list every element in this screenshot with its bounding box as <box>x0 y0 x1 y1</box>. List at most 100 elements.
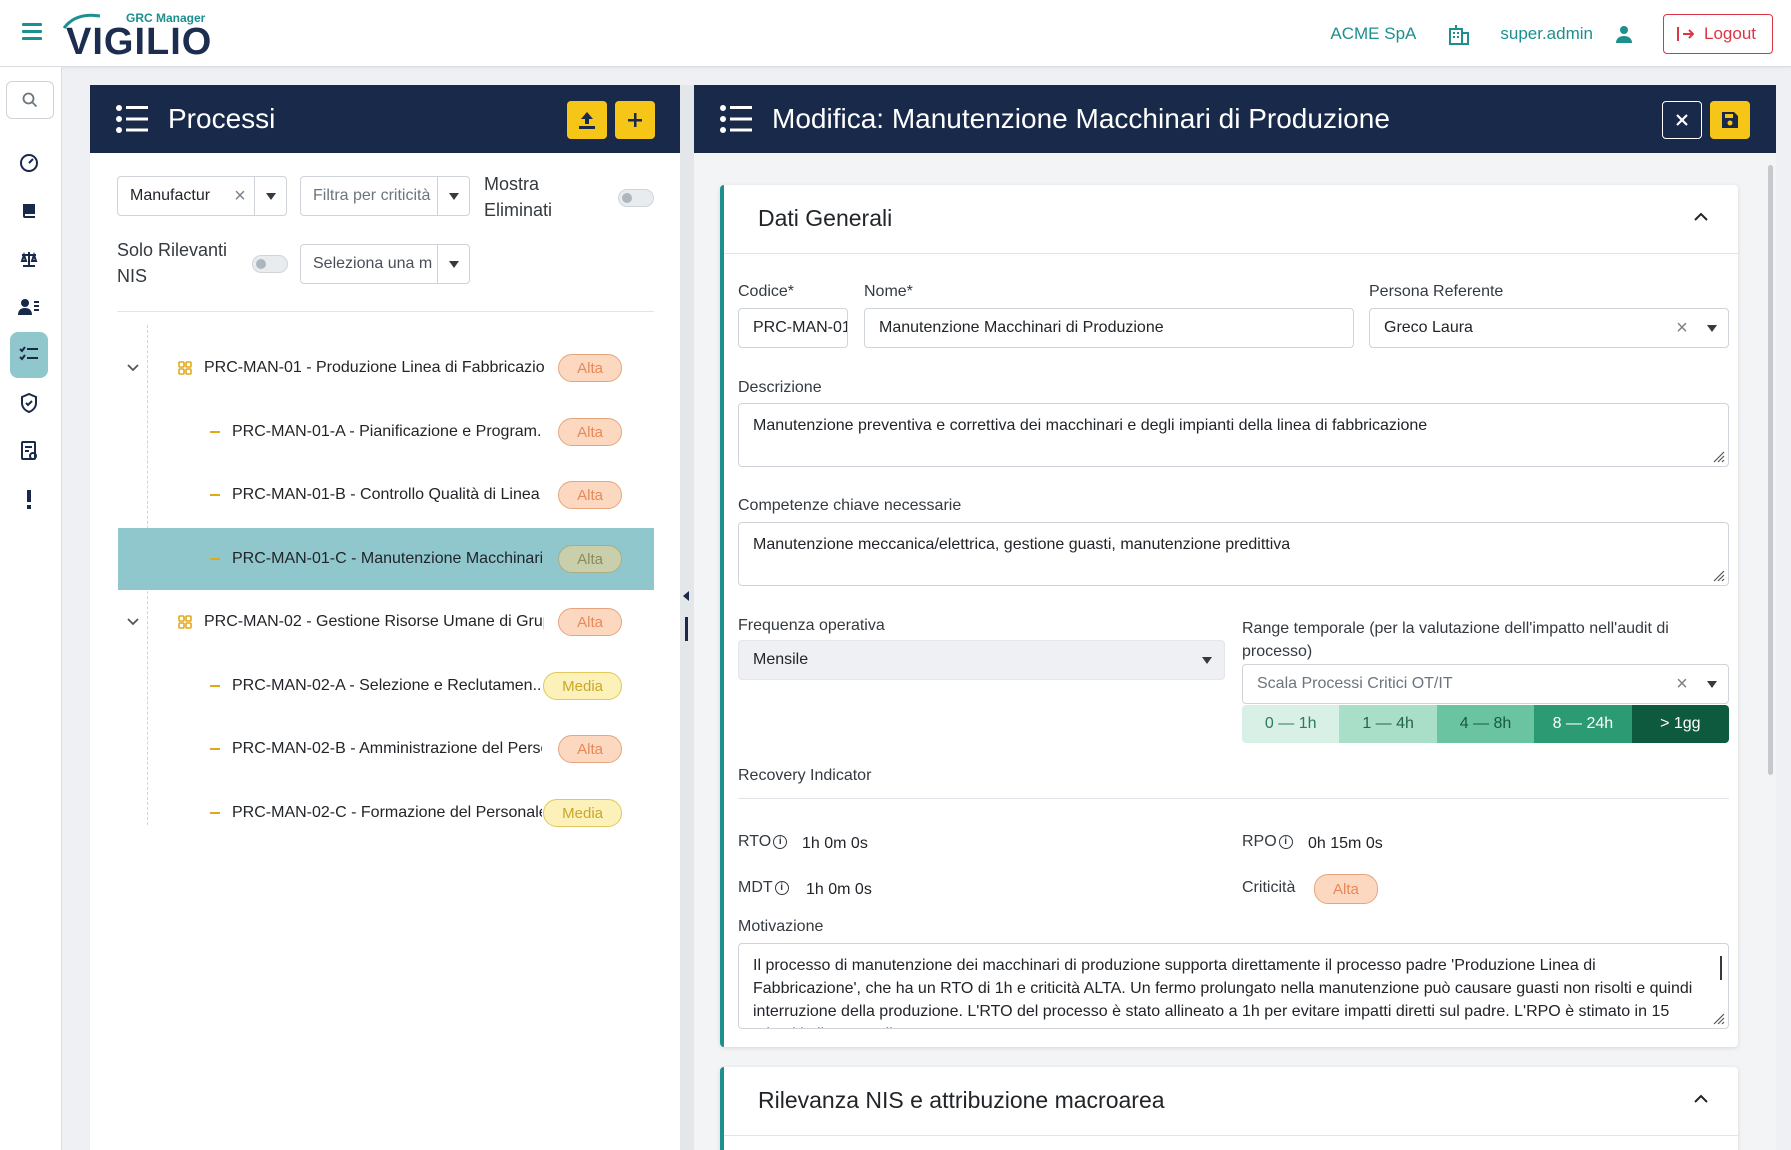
criticality-badge: Alta <box>558 545 622 573</box>
building-icon[interactable] <box>1446 21 1472 47</box>
chevron-up-icon[interactable] <box>1694 1094 1708 1104</box>
tasks-icon <box>19 346 38 361</box>
company-link[interactable]: ACME SpA <box>1330 24 1416 44</box>
app-logo[interactable]: GRC Manager VIGILIO <box>62 8 226 62</box>
sidebar-item-security[interactable] <box>10 380 48 426</box>
macroarea-select-placeholder: Seleziona una m <box>313 255 433 272</box>
owner-value: Greco Laura <box>1384 319 1473 336</box>
chevron-down-icon[interactable] <box>126 615 140 629</box>
criticality-filter[interactable]: Filtra per criticità <box>300 176 470 216</box>
info-icon[interactable]: i <box>773 835 788 849</box>
sidebar-item-library[interactable] <box>10 188 48 234</box>
vertical-scrollbar[interactable] <box>1768 165 1773 775</box>
criticality-badge: Media <box>543 672 622 700</box>
description-text: Manutenzione preventiva e correttiva dei… <box>753 417 1428 434</box>
card-divider <box>724 1135 1738 1136</box>
tree-row-label: PRC-MAN-01-B - Controllo Qualità di Line… <box>232 486 540 503</box>
clear-icon[interactable]: × <box>1668 673 1696 696</box>
leaf-dash-icon <box>210 494 220 496</box>
criticality-badge: Alta <box>558 418 622 446</box>
macroarea-select[interactable]: Seleziona una m <box>300 244 470 284</box>
menu-toggle-icon[interactable] <box>22 23 42 41</box>
dropdown-arrow-icon[interactable] <box>437 245 469 283</box>
logo-bird-icon <box>62 13 101 29</box>
save-button[interactable] <box>1710 101 1750 139</box>
skills-label: Competenze chiave necessarie <box>738 497 962 514</box>
range-label: Range temporale (per la valutazione dell… <box>1242 620 1669 660</box>
frequency-select[interactable]: Mensile <box>738 640 1225 680</box>
sidebar-item-users[interactable] <box>10 284 48 330</box>
user-link[interactable]: super.admin <box>1500 24 1593 44</box>
clear-icon[interactable]: × <box>1668 317 1696 340</box>
panel-splitter[interactable] <box>680 85 694 1150</box>
range-select[interactable]: Scala Processi Critici OT/IT × <box>1242 664 1729 704</box>
info-icon[interactable]: i <box>774 881 789 895</box>
mdt-value: 1h 0m 0s <box>806 881 872 898</box>
show-deleted-toggle[interactable] <box>618 189 654 207</box>
resize-handle-icon[interactable] <box>1711 1011 1725 1025</box>
search-icon <box>22 92 38 108</box>
owner-label: Persona Referente <box>1369 283 1504 300</box>
criticality-badge: Alta <box>558 735 622 763</box>
dropdown-arrow-icon[interactable] <box>254 177 286 215</box>
import-button[interactable] <box>567 101 607 139</box>
add-process-button[interactable] <box>615 101 655 139</box>
collapse-left-icon[interactable] <box>683 591 690 601</box>
tree-row-prc-man-01-c[interactable]: PRC-MAN-01-C - Manutenzione Macchinari .… <box>118 528 654 590</box>
sidebar-item-compliance[interactable] <box>10 236 48 282</box>
report-icon <box>21 441 37 460</box>
edit-process-panel: Modifica: Manutenzione Macchinari di Pro… <box>694 85 1776 1150</box>
sidebar-item-reports[interactable] <box>10 428 48 474</box>
leaf-dash-icon <box>210 431 220 433</box>
resize-handle-icon[interactable] <box>1711 568 1725 582</box>
group-node-icon <box>178 615 192 629</box>
tree-row-prc-man-01-b[interactable]: PRC-MAN-01-B - Controllo Qualità di Line… <box>118 464 654 526</box>
dropdown-arrow-icon[interactable] <box>1696 309 1728 347</box>
criticality-label: Criticità <box>1242 879 1296 896</box>
motivation-textarea[interactable]: Il processo di manutenzione dei macchina… <box>738 943 1729 1029</box>
close-icon <box>1676 114 1688 126</box>
info-icon[interactable]: i <box>1278 835 1293 849</box>
nis-only-toggle[interactable] <box>252 255 288 273</box>
code-input[interactable]: PRC-MAN-01-C <box>738 308 848 348</box>
tree-row-label: PRC-MAN-02-C - Formazione del Personale <box>232 804 542 821</box>
skills-text: Manutenzione meccanica/elettrica, gestio… <box>753 536 1291 553</box>
card-divider <box>724 253 1738 254</box>
section-title: Rilevanza NIS e attribuzione macroarea <box>758 1087 1165 1113</box>
sidebar-item-dashboard[interactable] <box>10 140 48 186</box>
splitter-handle[interactable] <box>685 617 688 641</box>
frequency-value: Mensile <box>753 651 809 668</box>
logout-button[interactable]: Logout <box>1663 14 1773 54</box>
tree-row-prc-man-02-b[interactable]: PRC-MAN-02-B - Amministrazione del Perso… <box>118 718 654 780</box>
clear-icon[interactable]: × <box>226 185 254 208</box>
sidebar-item-alerts[interactable] <box>10 476 48 522</box>
resize-handle-icon[interactable] <box>1711 449 1725 463</box>
recovery-divider <box>738 798 1729 799</box>
user-icon[interactable] <box>1611 21 1637 47</box>
list-icon <box>720 105 752 133</box>
macroarea-filter[interactable]: Manufactur × <box>117 176 287 216</box>
dropdown-arrow-icon[interactable] <box>437 177 469 215</box>
search-button[interactable] <box>6 81 54 119</box>
name-input[interactable]: Manutenzione Macchinari di Produzione <box>864 308 1354 348</box>
logout-icon <box>1677 27 1694 41</box>
frequency-label: Frequenza operativa <box>738 617 885 634</box>
tree-row-prc-man-02[interactable]: PRC-MAN-02 - Gestione Risorse Umane di G… <box>118 591 654 653</box>
skills-textarea[interactable]: Manutenzione meccanica/elettrica, gestio… <box>738 522 1729 586</box>
chevron-down-icon[interactable] <box>126 361 140 375</box>
tree-row-prc-man-01[interactable]: PRC-MAN-01 - Produzione Linea di Fabbric… <box>118 337 654 399</box>
close-button[interactable] <box>1662 101 1702 139</box>
tree-row-prc-man-02-a[interactable]: PRC-MAN-02-A - Selezione e Reclutamen...… <box>118 655 654 717</box>
dashboard-icon <box>20 154 38 172</box>
leaf-dash-icon <box>210 558 220 560</box>
owner-select[interactable]: Greco Laura × <box>1369 308 1729 348</box>
textarea-scrollbar[interactable] <box>1720 956 1722 980</box>
description-textarea[interactable]: Manutenzione preventiva e correttiva dei… <box>738 403 1729 467</box>
tree-row-prc-man-02-c[interactable]: PRC-MAN-02-C - Formazione del Personale … <box>118 782 654 844</box>
chevron-up-icon[interactable] <box>1694 212 1708 222</box>
range-value: Scala Processi Critici OT/IT <box>1257 675 1453 692</box>
tree-row-prc-man-01-a[interactable]: PRC-MAN-01-A - Pianificazione e Program.… <box>118 401 654 463</box>
sidebar-item-processes[interactable] <box>10 332 48 378</box>
dropdown-arrow-icon[interactable] <box>1696 665 1728 703</box>
show-deleted-label: Mostra Eliminati <box>484 174 553 220</box>
